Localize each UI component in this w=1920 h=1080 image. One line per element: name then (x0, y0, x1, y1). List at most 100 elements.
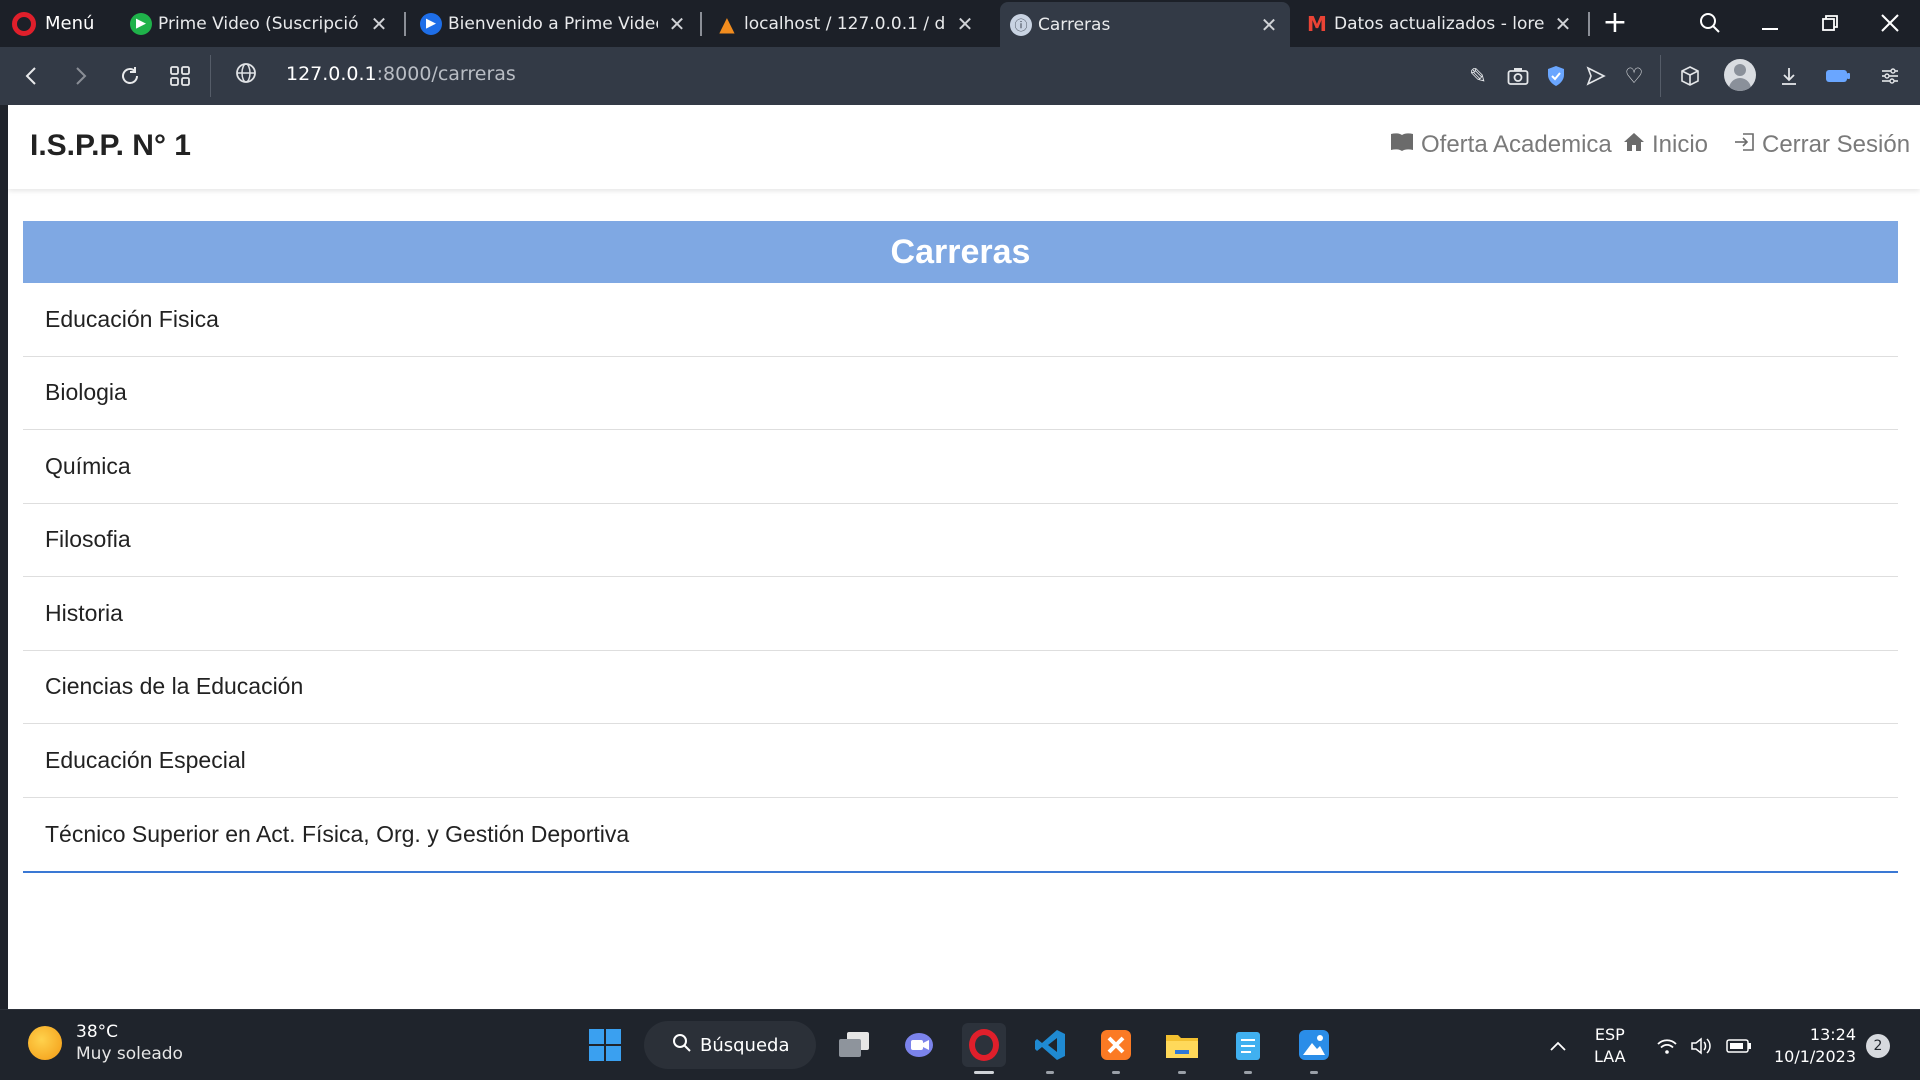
opera-browser-icon[interactable] (962, 1023, 1006, 1074)
tab-divider (1588, 12, 1590, 36)
tab-search-icon[interactable] (1690, 4, 1730, 42)
tab-bienvenido-prime-video[interactable]: ▶ Bienvenido a Prime Video ✕ (410, 4, 698, 43)
close-window-icon[interactable] (1870, 4, 1910, 42)
menu-label: Menú (45, 13, 95, 34)
running-indicator (1178, 1071, 1186, 1074)
home-icon (1623, 132, 1645, 158)
photos-icon[interactable] (1292, 1023, 1336, 1074)
language-code: ESP (1594, 1025, 1625, 1044)
extensions-cube-icon[interactable] (1674, 60, 1706, 92)
tab-phpmyadmin[interactable]: ▲ localhost / 127.0.0.1 / dbte: ✕ (706, 4, 986, 43)
book-icon (1390, 132, 1414, 158)
nav-oferta-academica[interactable]: Oferta Academica (1390, 131, 1612, 159)
running-indicator (1244, 1071, 1252, 1074)
nav-inicio[interactable]: Inicio (1623, 131, 1708, 159)
tab-gmail-datos-actualizados[interactable]: M Datos actualizados - lorena ✕ (1296, 4, 1584, 43)
tab-title: Carreras (1038, 14, 1111, 35)
close-icon[interactable]: ✕ (1258, 13, 1280, 37)
vpn-shield-icon[interactable] (1540, 60, 1572, 92)
tab-prime-video-suscripcion[interactable]: ▶ Prime Video (Suscripción) - ✕ (120, 4, 400, 43)
show-hidden-icons-chevron-icon[interactable] (1548, 1010, 1568, 1080)
sign-in-icon (1733, 132, 1755, 158)
input-language-indicator[interactable]: ESP LAA (1594, 1024, 1626, 1068)
volume-icon[interactable] (1690, 1010, 1712, 1080)
address-bar-url[interactable]: 127.0.0.1:8000/carreras (286, 63, 516, 85)
sunny-weather-icon (28, 1026, 62, 1060)
tab-divider (700, 12, 702, 36)
weather-temperature: 38°C (76, 1022, 119, 1042)
opera-logo-icon (12, 11, 36, 36)
toolbar-divider (210, 55, 211, 97)
clock-date: 10/1/2023 (1773, 1047, 1856, 1066)
list-item[interactable]: Historia (23, 577, 1898, 651)
download-icon[interactable] (1773, 60, 1805, 92)
tab-grid-icon[interactable] (160, 57, 200, 95)
restore-icon[interactable] (1810, 4, 1850, 42)
browser-toolbar: 127.0.0.1:8000/carreras ✎ ♡ (0, 47, 1920, 105)
running-indicator (1112, 1071, 1120, 1074)
site-brand[interactable]: I.S.P.P. N° 1 (30, 129, 191, 163)
easy-setup-edit-icon[interactable]: ✎ (1462, 60, 1494, 92)
easy-setup-sliders-icon[interactable] (1874, 60, 1906, 92)
weather-widget[interactable]: 38°C Muy soleado (28, 1022, 183, 1064)
tab-title: Prime Video (Suscripción) - (158, 13, 360, 34)
wifi-icon[interactable] (1656, 1010, 1678, 1080)
minimize-icon[interactable] (1750, 4, 1790, 42)
back-icon[interactable] (12, 57, 52, 95)
forward-icon[interactable] (60, 57, 100, 95)
profile-avatar-icon[interactable] (1724, 59, 1756, 91)
tab-divider (404, 12, 406, 36)
clock-time: 13:24 (1809, 1025, 1856, 1044)
close-icon[interactable]: ✕ (1552, 12, 1574, 36)
list-item[interactable]: Filosofia (23, 504, 1898, 577)
running-indicator (1310, 1071, 1318, 1074)
system-clock[interactable]: 13:24 10/1/2023 (1772, 1024, 1856, 1068)
carreras-header: Carreras (23, 221, 1898, 283)
teams-chat-icon[interactable] (898, 1023, 942, 1067)
nav-label: Oferta Academica (1421, 131, 1612, 158)
tab-carreras-active[interactable]: ⓘ Carreras ✕ (1000, 2, 1290, 47)
snapshot-camera-icon[interactable] (1502, 60, 1534, 92)
prime-video-play-icon: ▶ (130, 12, 152, 35)
page-viewport: I.S.P.P. N° 1 Oferta Academica Inicio Ce… (8, 105, 1920, 1009)
notepad-icon[interactable] (1226, 1023, 1270, 1074)
close-icon[interactable]: ✕ (666, 12, 688, 36)
url-path: :8000/carreras (376, 63, 516, 85)
search-label: Búsqueda (700, 1034, 790, 1056)
weather-description: Muy soleado (76, 1044, 183, 1064)
browser-tab-strip: Menú ▶ Prime Video (Suscripción) - ✕ ▶ B… (0, 0, 1920, 47)
toolbar-divider (1660, 55, 1661, 97)
tab-title: Datos actualizados - lorena (1334, 13, 1544, 34)
windows-taskbar: 38°C Muy soleado Búsqueda ESP LAA 13:24 … (0, 1009, 1920, 1080)
site-info-globe-icon[interactable] (234, 61, 260, 87)
nav-label: Cerrar Sesión (1762, 131, 1911, 158)
taskbar-search[interactable]: Búsqueda (644, 1021, 816, 1069)
opera-menu-button[interactable]: Menú (12, 0, 94, 47)
nav-label: Inicio (1652, 131, 1709, 158)
list-item[interactable]: Educación Especial (23, 724, 1898, 798)
reload-icon[interactable] (110, 57, 150, 95)
list-item[interactable]: Educación Fisica (23, 283, 1898, 357)
notification-badge[interactable]: 2 (1866, 1034, 1890, 1058)
list-item[interactable]: Biologia (23, 357, 1898, 430)
task-view-icon[interactable] (832, 1023, 876, 1067)
favorites-heart-icon[interactable]: ♡ (1618, 60, 1650, 92)
file-explorer-icon[interactable] (1160, 1023, 1204, 1074)
phpmyadmin-sail-icon: ▲ (719, 11, 735, 36)
nav-cerrar-sesion[interactable]: Cerrar Sesión (1733, 131, 1910, 159)
battery-icon[interactable] (1726, 1010, 1752, 1080)
list-item[interactable]: Química (23, 430, 1898, 504)
windows-start-icon[interactable] (583, 1023, 627, 1067)
xampp-icon[interactable] (1094, 1023, 1138, 1074)
new-tab-button[interactable]: + (1600, 5, 1630, 40)
list-item[interactable]: Técnico Superior en Act. Física, Org. y … (23, 798, 1898, 872)
vscode-icon[interactable] (1028, 1023, 1072, 1074)
close-icon[interactable]: ✕ (954, 12, 976, 36)
site-navbar: I.S.P.P. N° 1 Oferta Academica Inicio Ce… (8, 105, 1920, 189)
battery-saver-icon[interactable] (1822, 60, 1854, 92)
running-indicator (1046, 1071, 1054, 1074)
send-flow-icon[interactable] (1580, 60, 1612, 92)
list-item[interactable]: Ciencias de la Educación (23, 651, 1898, 724)
close-icon[interactable]: ✕ (368, 12, 390, 36)
prime-video-play-icon: ▶ (420, 12, 442, 35)
